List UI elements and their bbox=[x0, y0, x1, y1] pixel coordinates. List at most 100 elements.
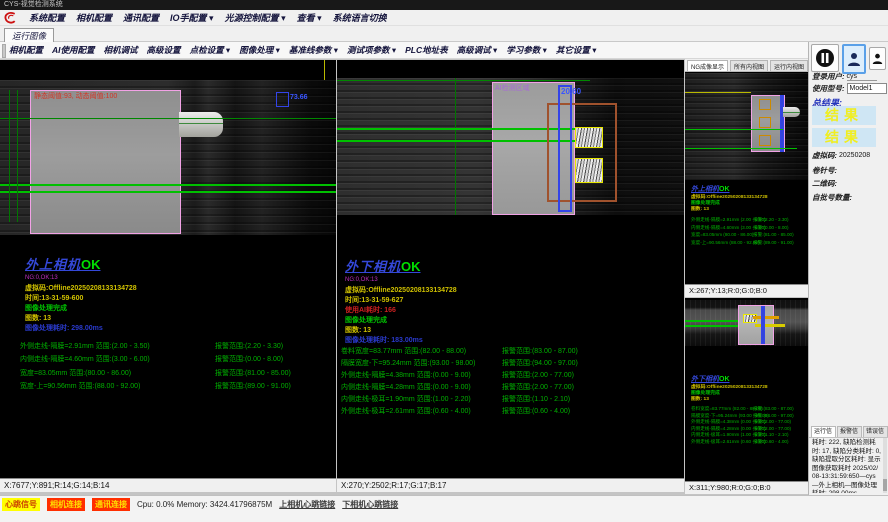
ng-view-tab[interactable]: NG成像显示 bbox=[687, 60, 728, 71]
measurement-row: 外侧走线-极耳=2.61mm (0.60 - 4.00)报警:(0.60 - 4… bbox=[691, 439, 808, 446]
measurement-row: 宽度=83.05mm (80.00 - 86.00)报警:(81.00 - 85… bbox=[691, 232, 808, 240]
measurement-value: 外侧走线-极耳=2.61mm 范围:(0.60 - 4.00) bbox=[341, 406, 471, 416]
camera-name: 外上相机 bbox=[691, 186, 719, 193]
middle-camera-view[interactable]: AI检测区域 20.60 外下相机OK NG:0,OK:13 虚拟码:Offli… bbox=[337, 60, 684, 492]
camera-result-title: 外上相机OK bbox=[25, 258, 137, 273]
toolbar-item[interactable]: 高级设置 bbox=[147, 44, 181, 56]
measurement-row: 外侧走线-隔膜=4.38mm (0.00 - 9.00)报警:(2.00 - 7… bbox=[691, 419, 808, 426]
right-top-result-block: 外上相机OK 虚拟码:Offline20250208133134728 图像处理… bbox=[691, 186, 768, 213]
menu-item[interactable]: IO手配置 ▾ bbox=[170, 11, 214, 24]
toolbar-item[interactable]: 基准线参数 ▾ bbox=[289, 44, 338, 56]
pause-button[interactable] bbox=[811, 44, 839, 72]
current-user-button[interactable] bbox=[842, 44, 866, 74]
measure-vline-blue bbox=[761, 306, 765, 344]
toolbar: 相机配置 AI使用配置相机调试高级设置点检设置 ▾ 图像处理 ▾ 基准线参数 ▾ 测试项… bbox=[0, 42, 808, 59]
toolbar-item[interactable]: 测试项参数 ▾ bbox=[347, 44, 396, 56]
measurement-value: 隔膜宽度-下=95.24mm 范围:(93.00 - 98.00) bbox=[341, 358, 475, 368]
result-ok-badge: OK bbox=[401, 259, 421, 274]
left-camera-view[interactable]: 静态阈值:93, 动态阈值:100 73.66 外上相机OK NG:0,OK:1… bbox=[0, 60, 336, 492]
result-ok-badge: OK bbox=[81, 257, 101, 272]
log-tab[interactable]: 运行信息 bbox=[811, 426, 836, 437]
toolbar-item[interactable]: PLC地址表 bbox=[405, 44, 448, 56]
top-camera-heartbeat-link[interactable]: 上相机心跳链接 bbox=[279, 499, 335, 510]
alarm-range: 报警范围:(2.00 - 77.00) bbox=[502, 382, 574, 392]
ng-view-tab[interactable]: 运行内视图 bbox=[770, 60, 808, 71]
alarm-range: 报警:(2.20 - 3.30) bbox=[753, 217, 789, 223]
roi-box-pink bbox=[30, 90, 181, 234]
log-tab[interactable]: 错误信息 bbox=[863, 426, 888, 437]
edge-line-green bbox=[0, 191, 336, 193]
toolbar-item[interactable]: 图像处理 ▾ bbox=[239, 44, 280, 56]
bottom-camera-heartbeat-link[interactable]: 下相机心跳链接 bbox=[342, 499, 398, 510]
measurement-value: 卷料宽度=83.77mm (82.00 - 88.00) bbox=[691, 406, 763, 412]
toolbar-item[interactable]: 相机配置 bbox=[9, 44, 43, 56]
log-area: 运行信息报警信息错误信息 耗时: 222, 缺陷检测耗时: 17, 缺陷分类耗时… bbox=[809, 426, 888, 494]
tab-run-image[interactable]: 运行图像 bbox=[4, 28, 54, 43]
camera-name: 外下相机 bbox=[691, 376, 719, 383]
edge-vline-green bbox=[9, 90, 10, 222]
virtual-code-row: 虚拟码: 20250208 bbox=[812, 150, 886, 161]
log-scrollbar-thumb[interactable] bbox=[883, 479, 887, 491]
middle-measurement-rows: 卷料宽度=83.77mm 范围:(82.00 - 88.00)报警范围:(83.… bbox=[341, 346, 684, 419]
time-line: 时间:13-31-59-600 bbox=[25, 294, 137, 304]
right-bottom-camera-view[interactable]: 外下相机OK 虚拟码:Offline20250208133134728 图像处理… bbox=[685, 298, 808, 494]
toolbar-item[interactable]: 点检设置 ▾ bbox=[190, 44, 231, 56]
process-done-line: 图像处理完成 bbox=[345, 316, 457, 326]
log-tab[interactable]: 报警信息 bbox=[837, 426, 862, 437]
toolbar-item[interactable]: 相机调试 bbox=[104, 44, 138, 56]
alarm-range: 报警范围:(89.00 - 91.00) bbox=[215, 381, 291, 391]
result-indicator-2: 结果 bbox=[812, 128, 876, 147]
toolbar-item[interactable]: 学习参数 ▾ bbox=[506, 44, 547, 56]
measurement-value: 宽度-上=90.56mm (88.00 - 92.00) bbox=[691, 240, 760, 246]
menu-item[interactable]: 通讯配置 bbox=[123, 11, 159, 24]
menu-item[interactable]: 系统配置 bbox=[29, 11, 65, 24]
defect-patch-box-yellow bbox=[575, 127, 603, 148]
toolbar-grip[interactable] bbox=[2, 44, 6, 58]
menu-bar: 系统配置相机配置通讯配置 IO手配置 ▾ 光源控制配置 ▾ 查看 ▾ 系统语言切换 bbox=[0, 10, 888, 26]
time-line: 时间:13-31-59-627 bbox=[345, 296, 457, 306]
left-measurement-rows: 外侧走线-隔膜=2.91mm 范围:(2.00 - 3.50)报警范围:(2.2… bbox=[20, 341, 336, 395]
measurement-row: 卷料宽度=83.77mm 范围:(82.00 - 88.00)报警范围:(83.… bbox=[341, 346, 684, 358]
result-ok-badge: OK bbox=[719, 186, 730, 193]
model-label: 使用型号: bbox=[812, 83, 845, 94]
menu-item[interactable]: 光源控制配置 ▾ bbox=[225, 11, 286, 24]
toolbar-item[interactable]: AI使用配置 bbox=[52, 44, 95, 56]
edge-line-green bbox=[685, 148, 797, 149]
log-scrollbar[interactable] bbox=[883, 438, 887, 493]
batch-count-label: 自批号数量: bbox=[812, 192, 852, 203]
main-area: 静态阈值:93, 动态阈值:100 73.66 外上相机OK NG:0,OK:1… bbox=[0, 59, 888, 495]
toolbar-item[interactable]: 其它设置 ▾ bbox=[556, 44, 597, 56]
defect-patch-box-orange bbox=[759, 117, 771, 128]
model-select[interactable]: Model1 bbox=[847, 83, 887, 94]
side-control-panel: 登录用户: cys 使用型号: Model1 总结果: 结果 结果 虚拟码: 2… bbox=[808, 42, 888, 495]
edge-line-green bbox=[685, 129, 783, 130]
user-switch-button[interactable] bbox=[869, 47, 886, 70]
alarm-range: 报警:(1.10 - 2.10) bbox=[753, 432, 789, 438]
frame-count-line: 图数: 13 bbox=[345, 326, 457, 336]
alarm-range: 报警:(83.00 - 87.00) bbox=[753, 406, 794, 412]
control-buttons bbox=[811, 44, 888, 74]
virtual-code-line: 虚拟码:Offline20250208133134728 bbox=[345, 286, 457, 296]
alarm-range: 报警:(0.00 - 8.00) bbox=[753, 225, 789, 231]
measurement-row: 内侧走线-隔膜=4.28mm 范围:(0.00 - 9.00)报警范围:(2.0… bbox=[341, 382, 684, 394]
process-done-line: 图像处理完成 bbox=[25, 304, 137, 314]
virtual-code-label: 虚拟码: bbox=[812, 150, 837, 161]
toolbar-item[interactable]: 高级调试 ▾ bbox=[457, 44, 498, 56]
measurement-row: 宽度-上=90.56mm 范围:(88.00 - 92.00)报警范围:(89.… bbox=[20, 381, 336, 394]
ai-region-label: AI检测区域 bbox=[495, 83, 530, 93]
frame-count-line: 图数: 13 bbox=[25, 314, 137, 324]
view-tab-strip: 运行图像 bbox=[0, 26, 888, 42]
alarm-range: 报警范围:(2.20 - 3.30) bbox=[215, 341, 283, 351]
status-row: 心跳信号 相机连接 通讯连接 Cpu: 0.0% Memory: 3424.41… bbox=[0, 496, 888, 511]
camera-connection-badge: 相机连接 bbox=[47, 498, 85, 511]
tab-connector-object bbox=[783, 107, 800, 117]
ng-view-tab[interactable]: 所有内视图 bbox=[730, 60, 768, 71]
menu-item[interactable]: 查看 ▾ bbox=[297, 11, 322, 24]
alarm-range: 报警:(94.00 - 97.00) bbox=[753, 413, 794, 419]
defect-label-orange bbox=[753, 316, 779, 319]
right-top-camera-view[interactable]: NG成像显示所有内视图运行内视图 外上相机OK 虚拟码:Offline20250… bbox=[685, 59, 808, 297]
menu-item[interactable]: 系统语言切换 bbox=[333, 11, 387, 24]
menu-item[interactable]: 相机配置 bbox=[76, 11, 112, 24]
left-result-block: 外上相机OK NG:0,OK:13 虚拟码:Offline20250208133… bbox=[25, 258, 137, 334]
measurement-value: 外侧走线-隔膜=4.38mm 范围:(0.00 - 9.00) bbox=[341, 370, 471, 380]
